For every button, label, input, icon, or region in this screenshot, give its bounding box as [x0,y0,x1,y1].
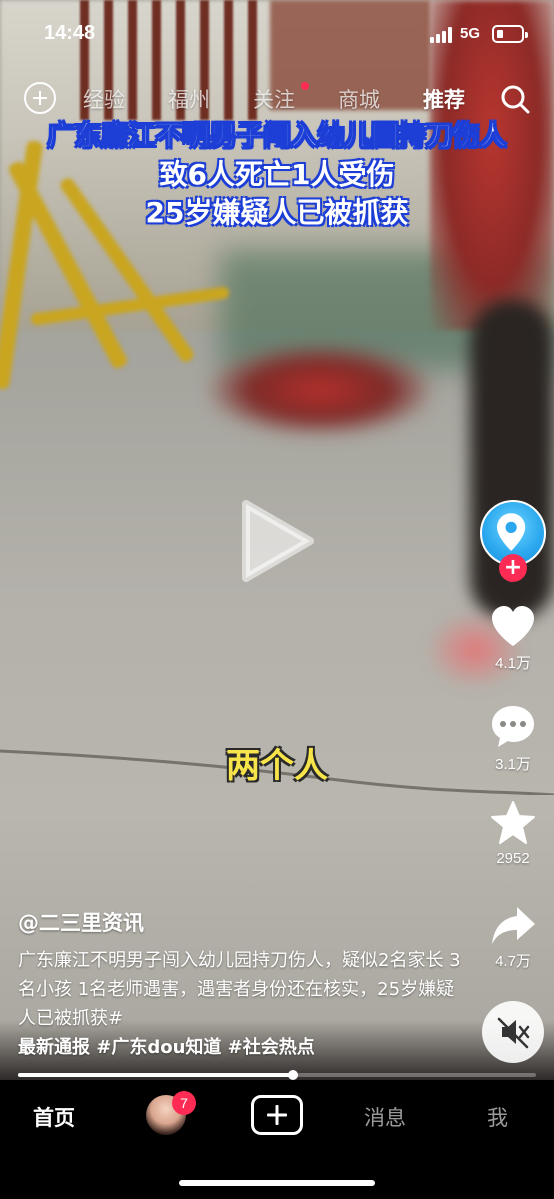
share-icon [492,907,535,944]
cellular-signal-icon [430,27,454,43]
video-headline: 广东廉江不明男子闯入幼儿园持刀伤人 致6人死亡1人受伤 25岁嫌疑人已被抓获 [0,118,554,232]
video-scene-blurred-object [210,345,430,435]
favorite-button[interactable]: 2952 [484,800,542,867]
video-progress-bar[interactable] [18,1070,536,1080]
video-description[interactable]: 广东廉江不明男子闯入幼儿园持刀伤人，疑似2名家长 3名小孩 1名老师遇害，遇害者… [18,946,468,1062]
creator-avatar-group[interactable]: + [479,500,547,582]
status-time: 14:48 [44,22,96,44]
heart-icon [492,606,534,646]
headline-line-3: 25岁嫌疑人已被抓获 [145,196,409,229]
tab-recommended[interactable]: 推荐 [423,84,465,114]
friends-badge: 7 [172,1091,196,1115]
favorite-count: 2952 [496,850,530,867]
network-type: 5G [460,25,481,42]
progress-handle[interactable] [287,1070,298,1080]
mute-button[interactable] [482,1001,544,1063]
tab-experience[interactable]: 经验 [83,84,125,114]
like-button[interactable]: 4.1万 [484,604,542,673]
tab-following[interactable]: 关注 [253,84,295,114]
add-icon[interactable] [24,82,56,114]
star-icon [491,801,535,844]
headline-line-2: 致6人死亡1人受伤 [159,158,395,191]
video-subtitle: 两个人 [226,746,328,786]
hashtags[interactable]: 最新通报 #广东dou知道 #社会热点 [18,1037,315,1058]
speaker-muted-icon [497,1017,530,1049]
tab-home[interactable]: 首页 [33,1102,75,1132]
headline-line-1: 广东廉江不明男子闯入幼儿园持刀伤人 [47,121,507,153]
like-count: 4.1万 [495,655,531,672]
following-notification-dot [301,82,309,90]
description-text: 广东廉江不明男子闯入幼儿园持刀伤人，疑似2名家长 3名小孩 1名老师遇害，遇害者… [18,950,461,1029]
create-button[interactable] [251,1095,303,1135]
tab-me[interactable]: 我 [487,1102,508,1132]
search-icon[interactable] [500,84,530,114]
tab-messages[interactable]: 消息 [364,1102,406,1132]
play-icon[interactable] [238,496,318,586]
status-bar: 14:48 5G [0,0,554,70]
battery-icon [492,25,528,43]
comment-button[interactable]: 3.1万 [484,703,542,774]
tab-fuzhou[interactable]: 福州 [168,84,210,114]
tab-mall[interactable]: 商城 [338,84,380,114]
comment-icon [492,706,534,747]
home-indicator [179,1180,375,1186]
comment-count: 3.1万 [495,756,531,773]
progress-fill [18,1073,293,1077]
share-button[interactable]: 4.7万 [484,904,542,971]
follow-button[interactable]: + [499,554,527,582]
author-name[interactable]: @二三里资讯 [18,907,144,937]
share-count: 4.7万 [495,953,531,970]
top-navigation: 经验 福州 关注 商城 推荐 [0,78,554,120]
